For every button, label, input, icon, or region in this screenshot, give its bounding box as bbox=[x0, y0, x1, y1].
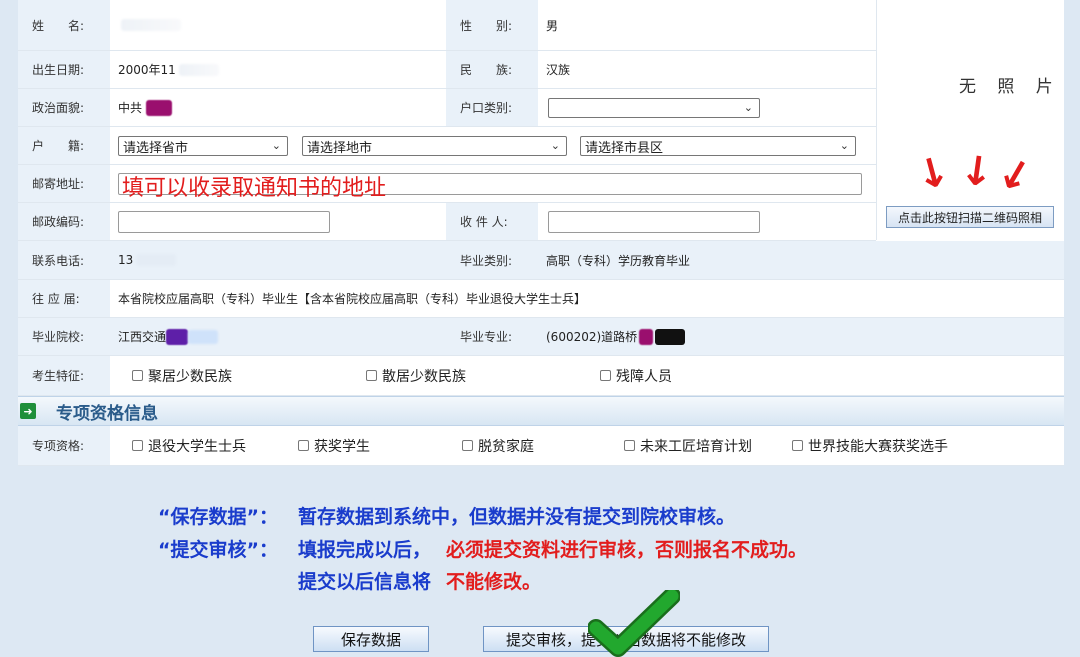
section-title: 专项资格信息 bbox=[56, 403, 158, 424]
chevron-down-icon: ⌄ bbox=[271, 139, 281, 152]
checkbox-box[interactable] bbox=[132, 440, 143, 451]
phone-value-cell: 13 bbox=[110, 241, 446, 279]
checkbox-box[interactable] bbox=[366, 370, 377, 381]
special-option-2: 获奖学生 bbox=[314, 438, 370, 455]
address-label: 邮寄地址: bbox=[18, 165, 110, 202]
gender-label: 性 别: bbox=[446, 0, 538, 50]
school-value-cell: 江西交通 bbox=[110, 318, 446, 355]
feature-checkbox-1[interactable]: 聚居少数民族 bbox=[132, 356, 232, 395]
feature-option-1: 聚居少数民族 bbox=[148, 368, 232, 385]
province-select[interactable]: 请选择省市 ⌄ bbox=[118, 136, 288, 156]
row-cohort: 往 应 届: 本省院校应届高职（专科）毕业生【含本省院校应届高职（专科）毕业退役… bbox=[18, 280, 1064, 318]
province-select-value: 请选择省市 bbox=[123, 140, 189, 156]
county-select[interactable]: 请选择市县区 ⌄ bbox=[580, 136, 856, 156]
checkbox-box[interactable] bbox=[792, 440, 803, 451]
grad-type-value: 高职（专科）学历教育毕业 bbox=[538, 241, 1064, 279]
city-select-value: 请选择地市 bbox=[307, 140, 373, 156]
special-option-4: 未来工匠培育计划 bbox=[640, 438, 752, 455]
submit-desc-a: 填报完成以后， bbox=[298, 539, 432, 561]
chevron-down-icon: ⌄ bbox=[839, 139, 849, 152]
after-submit-a: 提交以后信息将 bbox=[298, 571, 432, 593]
political-label: 政治面貌: bbox=[18, 89, 110, 126]
chevron-down-icon: ⌄ bbox=[743, 101, 753, 114]
redaction-mark bbox=[146, 99, 173, 116]
phone-label: 联系电话: bbox=[18, 241, 110, 279]
save-title: “保存数据”： bbox=[158, 506, 278, 528]
submit-title: “提交审核”： bbox=[158, 539, 278, 561]
name-value bbox=[110, 0, 446, 50]
special-checkbox-5[interactable]: 世界技能大赛获奖选手 bbox=[792, 426, 948, 465]
features-label: 考生特征: bbox=[18, 356, 110, 395]
feature-option-2: 散居少数民族 bbox=[382, 368, 466, 385]
redaction-mark bbox=[188, 329, 219, 344]
school-value: 江西交通 bbox=[118, 330, 167, 344]
political-value-cell: 中共 bbox=[110, 89, 446, 126]
special-checkbox-2[interactable]: 获奖学生 bbox=[298, 426, 370, 465]
redaction-mark bbox=[655, 328, 686, 345]
birth-label: 出生日期: bbox=[18, 51, 110, 88]
row-special: 专项资格: 退役大学生士兵 获奖学生 脱贫家庭 未来工匠培育计划 世界技能大赛获… bbox=[18, 426, 1064, 466]
checkbox-box[interactable] bbox=[624, 440, 635, 451]
address-hint: 填可以收录取通知书的地址 bbox=[122, 176, 387, 201]
save-button[interactable]: 保存数据 bbox=[313, 626, 429, 652]
special-checkbox-1[interactable]: 退役大学生士兵 bbox=[132, 426, 246, 465]
postcode-label: 邮政编码: bbox=[18, 203, 110, 240]
row-birth: 出生日期: 2000年11 民 族: 汉族 bbox=[18, 51, 876, 89]
photo-box: 无 照 片 bbox=[876, 0, 1064, 240]
registration-form: 姓 名: 性 别: 男 出生日期: 2000年11 民 族: 汉族 政治面貌: … bbox=[18, 0, 1064, 466]
ethnicity-value: 汉族 bbox=[538, 51, 876, 88]
receiver-label: 收 件 人: bbox=[446, 203, 538, 240]
special-option-3: 脱贫家庭 bbox=[478, 438, 534, 455]
row-name: 姓 名: 性 别: 男 bbox=[18, 0, 876, 51]
arrow-right-icon: ➜ bbox=[20, 403, 36, 419]
redaction-mark bbox=[639, 328, 654, 345]
special-checkbox-3[interactable]: 脱贫家庭 bbox=[462, 426, 534, 465]
political-value: 中共 bbox=[118, 101, 143, 115]
checkbox-box[interactable] bbox=[600, 370, 611, 381]
chevron-down-icon: ⌄ bbox=[550, 139, 560, 152]
cohort-value: 本省院校应届高职（专科）毕业生【含本省院校应届高职（专科）毕业退役大学生士兵】 bbox=[110, 280, 1064, 317]
name-label: 姓 名: bbox=[18, 0, 110, 50]
major-value-cell: (600202)道路桥 bbox=[538, 318, 1064, 355]
gender-value: 男 bbox=[538, 0, 876, 50]
hukou-type-select[interactable]: ⌄ bbox=[548, 98, 760, 118]
ethnicity-label: 民 族: bbox=[446, 51, 538, 88]
redaction-mark bbox=[166, 328, 189, 345]
row-phone: 联系电话: 13 毕业类别: 高职（专科）学历教育毕业 bbox=[18, 241, 1064, 280]
birth-value: 2000年11 bbox=[118, 63, 176, 77]
major-label: 毕业专业: bbox=[446, 318, 538, 355]
feature-checkbox-3[interactable]: 残障人员 bbox=[600, 356, 672, 395]
hukou-label: 户 籍: bbox=[18, 127, 110, 164]
row-features: 考生特征: 聚居少数民族 散居少数民族 残障人员 bbox=[18, 356, 1064, 396]
after-submit-b: 不能修改。 bbox=[446, 571, 542, 593]
phone-value: 13 bbox=[118, 253, 134, 267]
special-section-header: ➜ 专项资格信息 bbox=[18, 396, 1064, 426]
special-option-5: 世界技能大赛获奖选手 bbox=[808, 438, 948, 455]
county-select-value: 请选择市县区 bbox=[585, 140, 664, 156]
qr-photo-button[interactable]: 点击此按钮扫描二维码照相 bbox=[886, 206, 1054, 228]
check-icon bbox=[588, 590, 680, 657]
hukou-type-label: 户口类别: bbox=[446, 89, 538, 126]
school-label: 毕业院校: bbox=[18, 318, 110, 355]
feature-checkbox-2[interactable]: 散居少数民族 bbox=[366, 356, 466, 395]
no-photo-text: 无 照 片 bbox=[959, 77, 1061, 97]
special-label: 专项资格: bbox=[18, 426, 110, 465]
features-cell bbox=[110, 356, 1064, 395]
cohort-label: 往 应 届: bbox=[18, 280, 110, 317]
checkbox-box[interactable] bbox=[298, 440, 309, 451]
feature-option-3: 残障人员 bbox=[616, 368, 672, 385]
postcode-input[interactable] bbox=[118, 211, 330, 233]
grad-type-label: 毕业类别: bbox=[446, 241, 538, 279]
special-checkbox-4[interactable]: 未来工匠培育计划 bbox=[624, 426, 752, 465]
special-option-1: 退役大学生士兵 bbox=[148, 438, 246, 455]
checkbox-box[interactable] bbox=[462, 440, 473, 451]
receiver-input[interactable] bbox=[548, 211, 760, 233]
checkbox-box[interactable] bbox=[132, 370, 143, 381]
city-select[interactable]: 请选择地市 ⌄ bbox=[302, 136, 567, 156]
save-desc: 暂存数据到系统中，但数据并没有提交到院校审核。 bbox=[298, 506, 736, 528]
major-value: (600202)道路桥 bbox=[546, 330, 638, 344]
row-school: 毕业院校: 江西交通 毕业专业: (600202)道路桥 bbox=[18, 318, 1064, 356]
birth-value-cell: 2000年11 bbox=[110, 51, 446, 88]
submit-desc-b: 必须提交资料进行审核，否则报名不成功。 bbox=[446, 539, 808, 561]
